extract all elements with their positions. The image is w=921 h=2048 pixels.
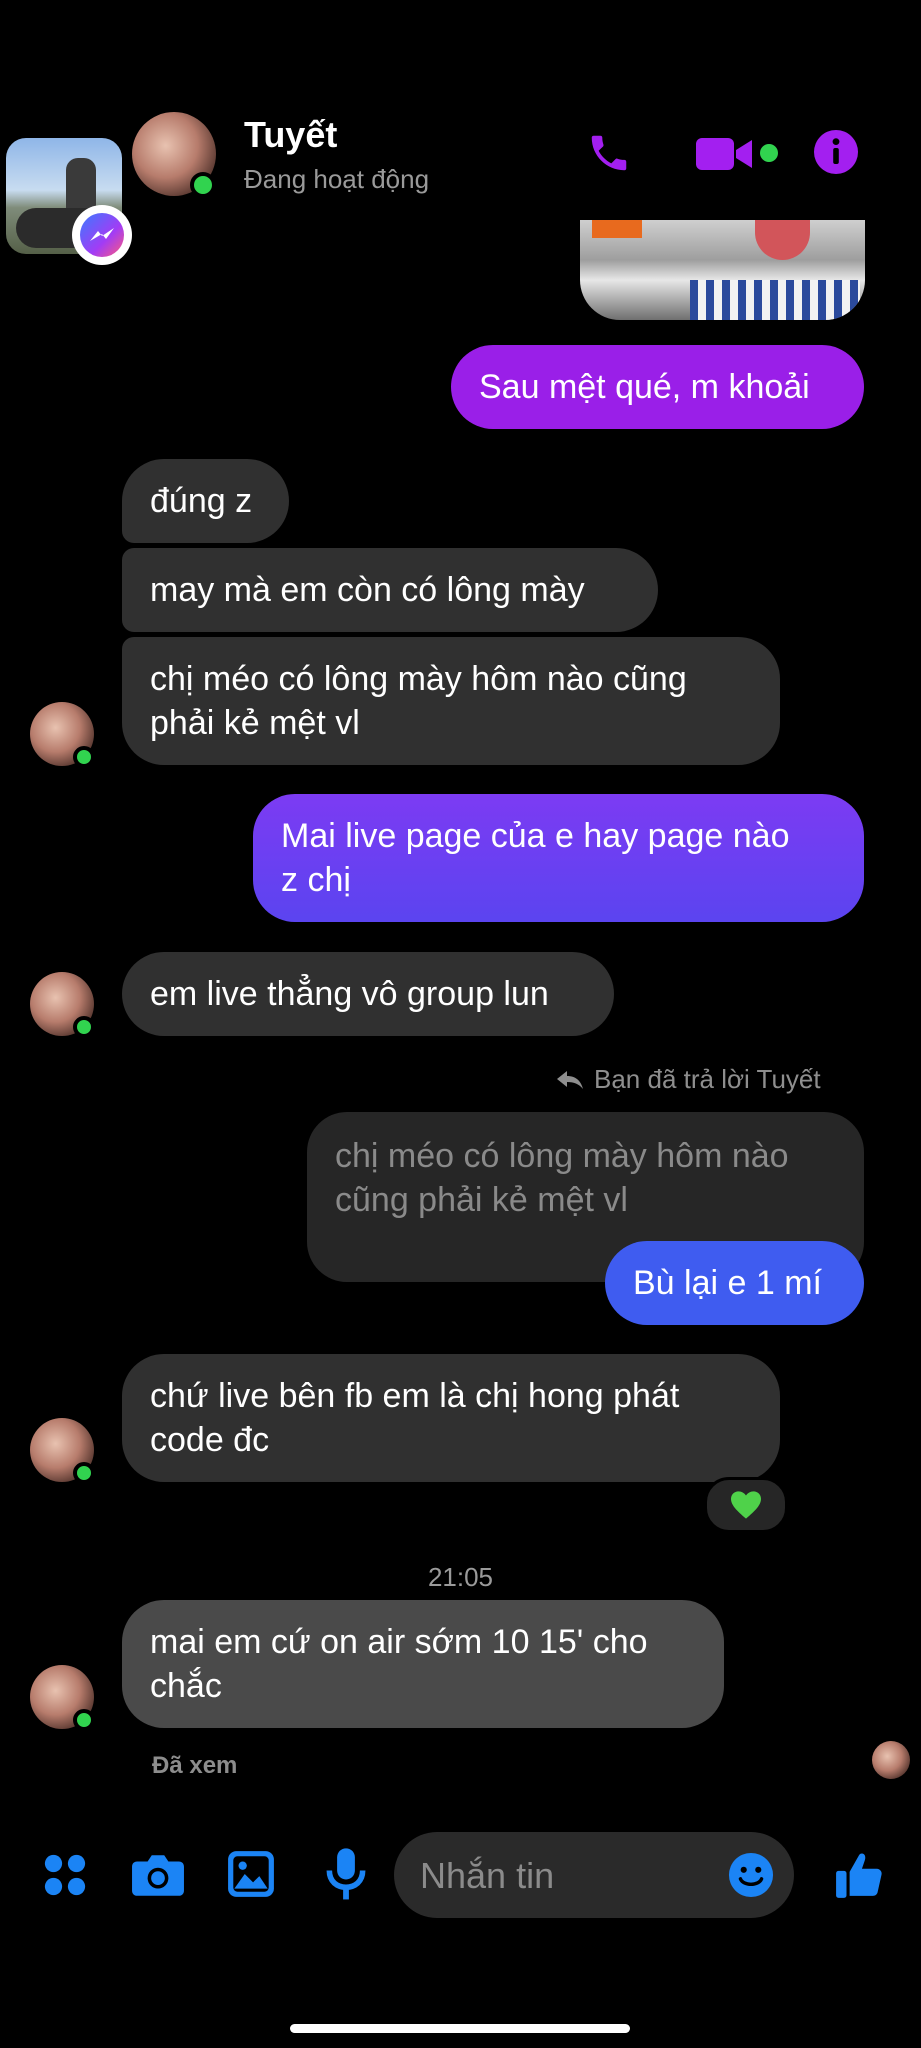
like-thumb-icon[interactable] [834, 1850, 884, 1900]
messenger-logo-icon [80, 213, 124, 257]
contact-name[interactable]: Tuyết [244, 114, 337, 156]
message-bubble-received[interactable]: may mà em còn có lông mày [122, 548, 658, 632]
message-bubble-received[interactable]: chứ live bên fb em là chị hong phát code… [122, 1354, 780, 1482]
online-indicator [73, 1016, 95, 1038]
info-icon[interactable] [812, 128, 860, 176]
message-timestamp: 21:05 [427, 1562, 494, 1592]
message-bubble-received[interactable]: em live thẳng vô group lun [122, 952, 614, 1036]
reply-note-text: Bạn đã trả lời Tuyết [594, 1064, 821, 1094]
microphone-icon[interactable] [326, 1848, 366, 1902]
home-indicator[interactable] [290, 2024, 630, 2033]
camera-icon[interactable] [131, 1850, 185, 1898]
seen-label: Đã xem [152, 1752, 238, 1779]
online-indicator [190, 172, 216, 198]
messenger-badge [72, 205, 132, 265]
message-bubble-received[interactable]: mai em cứ on air sớm 10 15' cho chắc [122, 1600, 724, 1728]
message-bubble-sent[interactable]: Bù lại e 1 mí [605, 1241, 864, 1325]
message-input-placeholder: Nhắn tin [420, 1855, 555, 1896]
message-reaction[interactable] [704, 1477, 788, 1533]
seen-avatar [872, 1741, 910, 1779]
gallery-icon[interactable] [226, 1849, 276, 1899]
apps-icon[interactable] [42, 1852, 88, 1898]
image-orange-fragment [592, 220, 642, 238]
online-indicator [73, 1462, 95, 1484]
message-bubble-received[interactable]: chị méo có lông mày hôm nào cũng phải kẻ… [122, 637, 780, 765]
reply-arrow-icon [557, 1070, 583, 1089]
message-bubble-sent[interactable]: Mai live page của e hay page nào z chị [253, 794, 864, 922]
reply-indicator: Bạn đã trả lời Tuyết [556, 1064, 821, 1095]
image-cat-tongue [755, 220, 810, 260]
green-heart-icon [731, 1491, 761, 1519]
contact-status: Đang hoạt động [244, 164, 430, 194]
phone-icon[interactable] [586, 130, 632, 176]
message-bubble-sent[interactable]: Sau mệt qué, m khoải [451, 345, 864, 429]
video-camera-icon[interactable] [696, 134, 756, 174]
image-striped-fabric [690, 280, 860, 320]
online-indicator [73, 1709, 95, 1731]
online-indicator [73, 746, 95, 768]
emoji-icon[interactable] [728, 1852, 774, 1898]
message-bubble-received[interactable]: đúng z [122, 459, 289, 543]
video-status-dot [760, 144, 778, 162]
shared-cat-image[interactable] [580, 220, 865, 320]
